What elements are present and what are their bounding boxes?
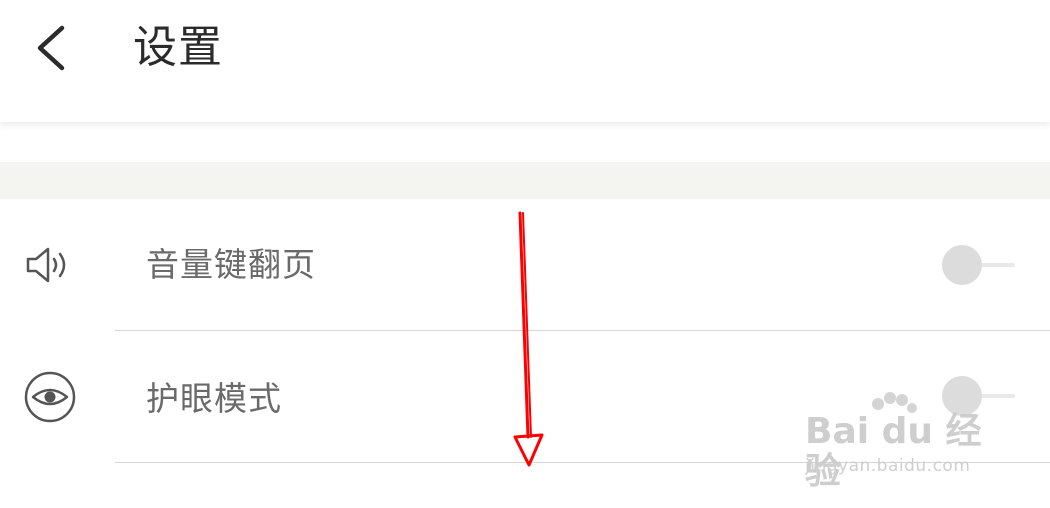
watermark-brand: Bai du 经验 bbox=[805, 411, 982, 492]
eye-icon bbox=[22, 369, 78, 425]
setting-label: 音量键翻页 bbox=[146, 245, 316, 284]
baidu-jingyan-watermark: Bai du 经验 jingyan.baidu.com bbox=[800, 390, 1000, 492]
red-arrow-annotation bbox=[513, 211, 544, 467]
page-title: 设置 bbox=[133, 22, 223, 73]
app-header: 设置 bbox=[0, 0, 1050, 122]
speaker-volume-icon bbox=[22, 237, 78, 293]
volume-key-page-turn-toggle[interactable] bbox=[940, 244, 1018, 286]
section-separator bbox=[0, 162, 1050, 199]
watermark-url: jingyan.baidu.com bbox=[805, 456, 971, 476]
chevron-left-icon bbox=[37, 25, 65, 71]
spacer bbox=[0, 122, 1050, 162]
toggle-knob bbox=[942, 245, 982, 285]
back-button[interactable] bbox=[22, 20, 78, 76]
setting-label: 护眼模式 bbox=[146, 379, 282, 418]
